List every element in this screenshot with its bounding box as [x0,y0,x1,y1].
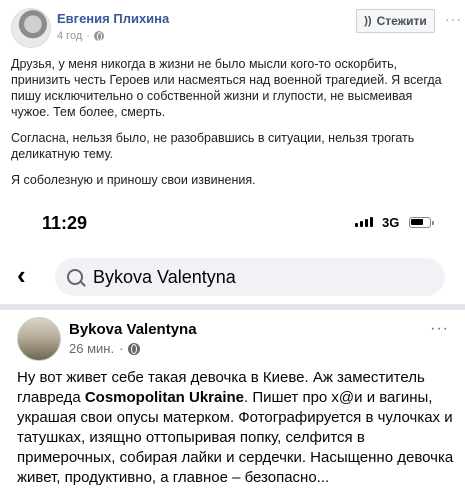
signal-icon [355,217,373,227]
phone-screenshot: 11:29 3G ‹ Bykova Valentyna Bykova Valen… [0,203,465,500]
post-paragraph: Согласна, нельзя было, не разобравшись в… [11,131,415,161]
network-type: 3G [382,215,400,230]
post-timestamp[interactable]: 4 год [57,30,82,42]
author-avatar[interactable] [17,317,61,361]
post-meta: 4 год · [57,30,104,42]
globe-icon [93,31,104,41]
facebook-post: Евгения Плихина 4 год · )) Стежити ··· Д… [0,0,465,203]
post-paragraph: Я соболезную и приношу свои извинения. [11,173,256,187]
search-query: Bykova Valentyna [93,266,236,287]
follow-button[interactable]: )) Стежити [356,9,435,33]
author-avatar[interactable] [11,8,51,48]
post-paragraph: Друзья, у меня никогда в жизни не было м… [11,57,442,119]
post-author-name[interactable]: Евгения Плихина [57,11,169,26]
rss-icon: )) [364,15,372,27]
search-input[interactable]: Bykova Valentyna [55,258,445,296]
post-meta: 26 мин. · [69,341,141,356]
search-result-post: Bykova Valentyna 26 мин. · ··· Ну вот жи… [0,310,465,500]
search-icon [67,269,83,285]
search-bar-row: ‹ Bykova Valentyna [0,253,465,299]
battery-icon [409,217,434,228]
post-author-name[interactable]: Bykova Valentyna [69,321,197,338]
follow-button-label: Стежити [376,14,427,28]
more-options-icon[interactable]: ··· [445,11,462,27]
back-arrow-icon[interactable]: ‹ [17,260,26,291]
more-options-icon[interactable]: ··· [430,320,449,338]
status-bar: 11:29 3G [0,203,465,248]
post-body: Друзья, у меня никогда в жизни не было м… [11,56,451,198]
post-text: Ну вот живет себе такая девочка в Киеве.… [17,368,457,488]
status-time: 11:29 [42,213,88,233]
post-brand-mention: Cosmopolitan Ukraine [84,389,245,406]
globe-icon [128,342,141,355]
post-timestamp[interactable]: 26 мин. [69,341,114,356]
